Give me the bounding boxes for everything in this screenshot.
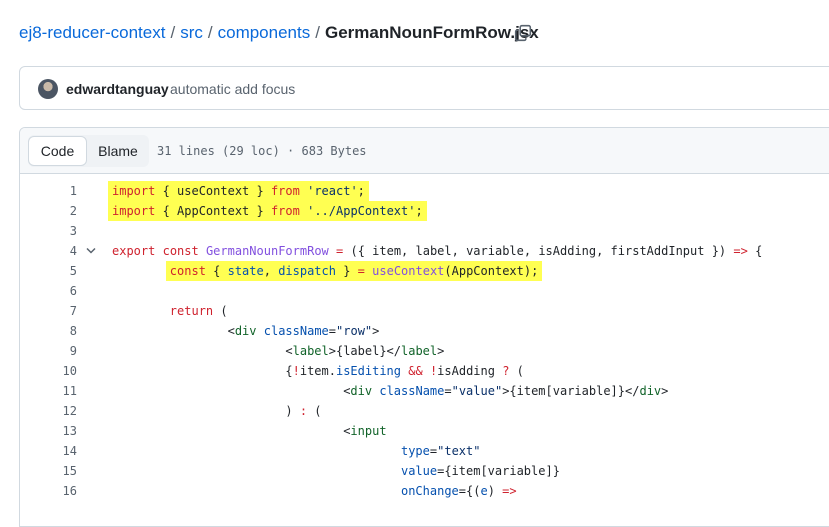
code-line: 5 const { state, dispatch } = useContext…: [20, 261, 829, 281]
code-text: const { state, dispatch } = useContext(A…: [112, 261, 543, 281]
breadcrumb-separator: /: [170, 23, 176, 42]
code-line: 8 <div className="row">: [20, 321, 829, 341]
code-line: 9 <label>{label}</label>: [20, 341, 829, 361]
blame-tab[interactable]: Blame: [87, 136, 149, 166]
line-number[interactable]: 12: [20, 401, 77, 421]
code-view: 1 import { useContext } from 'react'; 2 im…: [20, 181, 829, 501]
code-text: import { AppContext } from '../AppContex…: [108, 201, 427, 221]
breadcrumb-components-link[interactable]: components: [218, 23, 311, 42]
line-number[interactable]: 6: [20, 281, 77, 301]
code-text: return (: [169, 304, 228, 318]
file-header: Code Blame 31 lines (29 loc) · 683 Bytes: [20, 128, 829, 174]
breadcrumb-file-name: GermanNounFormRow.jsx: [324, 23, 539, 42]
line-number[interactable]: 3: [20, 221, 77, 241]
breadcrumb-separator: /: [207, 23, 213, 42]
file-info: 31 lines (29 loc) · 683 Bytes: [157, 144, 367, 158]
line-number[interactable]: 10: [20, 361, 77, 381]
code-text: import { useContext } from 'react';: [108, 181, 369, 201]
breadcrumb-repo-link[interactable]: ej8-reducer-context: [19, 23, 165, 42]
line-number[interactable]: 11: [20, 381, 77, 401]
breadcrumb: ej8-reducer-context / src / components / Germa…: [19, 23, 539, 43]
commit-author-link[interactable]: edwardtanguay: [66, 81, 169, 97]
copy-icon: [514, 24, 532, 42]
code-line: 2 import { AppContext } from '../AppConte…: [20, 201, 829, 221]
code-line: 15 value={item[variable]}: [20, 461, 829, 481]
view-toggle: Code Blame: [28, 135, 149, 167]
chevron-down-icon[interactable]: [86, 247, 96, 255]
code-text: <label>{label}</label>: [112, 344, 445, 358]
line-number[interactable]: 15: [20, 461, 77, 481]
code-text: <div className="row">: [112, 324, 380, 338]
code-text: type="text": [400, 444, 481, 458]
copy-path-button[interactable]: [514, 24, 532, 42]
breadcrumb-separator: /: [315, 23, 320, 42]
line-number[interactable]: 5: [20, 261, 77, 281]
line-number[interactable]: 13: [20, 421, 77, 441]
line-number[interactable]: 1: [20, 181, 77, 201]
line-number[interactable]: 9: [20, 341, 77, 361]
line-number[interactable]: 8: [20, 321, 77, 341]
latest-commit-box: edwardtanguay automatic add focus: [19, 66, 829, 110]
code-text: {!item.isEditing && !isAdding ? (: [112, 364, 524, 378]
code-line: 12 ) : (: [20, 401, 829, 421]
code-line: 13 <input: [20, 421, 829, 441]
code-text: export const GermanNounFormRow = ({ item…: [112, 244, 763, 258]
code-line: 3: [20, 221, 829, 241]
line-number[interactable]: 14: [20, 441, 77, 461]
breadcrumb-src-link[interactable]: src: [180, 23, 203, 42]
code-line: 14 type="text": [20, 441, 829, 461]
code-line: 10 {!item.isEditing && !isAdding ? (: [20, 361, 829, 381]
code-line: 7 return (: [20, 301, 829, 321]
code-text: value={item[variable]}: [400, 464, 560, 478]
code-text: <div className="value">{item[variable]}<…: [112, 384, 669, 398]
code-line: 6: [20, 281, 829, 301]
code-line: 1 import { useContext } from 'react';: [20, 181, 829, 201]
line-number[interactable]: 7: [20, 301, 77, 321]
code-text: onChange={(e) =>: [400, 484, 517, 498]
line-number[interactable]: 16: [20, 481, 77, 501]
line-number[interactable]: 4: [20, 241, 77, 261]
code-line: 4 export const GermanNounFormRow = ({ ite…: [20, 241, 829, 261]
file-viewer: Code Blame 31 lines (29 loc) · 683 Bytes…: [19, 127, 829, 527]
code-text: <input: [112, 424, 387, 438]
code-line: 16 onChange={(e) =>: [20, 481, 829, 501]
code-line: 11 <div className="value">{item[variable…: [20, 381, 829, 401]
code-text: ) : (: [112, 404, 322, 418]
commit-message-link[interactable]: automatic add focus: [170, 81, 295, 97]
line-number[interactable]: 2: [20, 201, 77, 221]
code-tab[interactable]: Code: [28, 136, 87, 166]
avatar[interactable]: [38, 79, 58, 99]
